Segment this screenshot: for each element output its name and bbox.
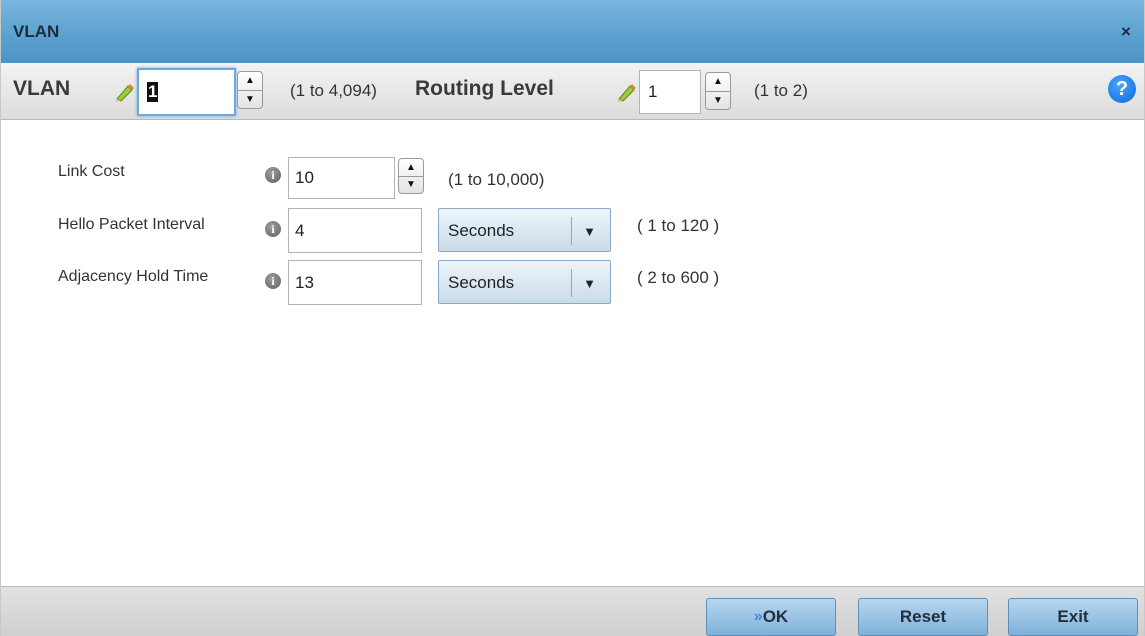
hold-time-unit-select[interactable]: Seconds ▼: [438, 260, 611, 304]
vlan-down-icon[interactable]: ▼: [238, 91, 262, 109]
dialog-title: VLAN: [13, 22, 60, 41]
link-cost-label: Link Cost: [58, 163, 125, 180]
hello-interval-input[interactable]: 4: [288, 208, 422, 253]
hello-interval-label: Hello Packet Interval: [58, 216, 205, 233]
link-cost-range: (1 to 10,000): [448, 170, 545, 189]
vlan-range: (1 to 4,094): [290, 81, 377, 100]
vlan-spinner[interactable]: ▲ ▼: [237, 71, 263, 109]
routing-up-icon[interactable]: ▲: [706, 73, 730, 92]
close-icon[interactable]: ×: [1118, 23, 1134, 40]
vlan-input[interactable]: 1: [137, 68, 236, 116]
footer-bar: » OK Reset Exit: [1, 586, 1144, 636]
ok-label: OK: [762, 607, 789, 626]
reset-button[interactable]: Reset: [858, 598, 988, 636]
routing-down-icon[interactable]: ▼: [706, 92, 730, 110]
hold-time-label: Adjacency Hold Time: [58, 268, 209, 285]
ok-arrows-icon: »: [753, 608, 763, 625]
hold-time-unit: Seconds: [448, 273, 515, 292]
vlan-up-icon[interactable]: ▲: [238, 72, 262, 91]
exit-label: Exit: [1057, 607, 1089, 626]
routing-level-label: Routing Level: [415, 77, 554, 100]
link-cost-down-icon[interactable]: ▼: [399, 177, 423, 194]
ok-button[interactable]: » OK: [706, 598, 836, 636]
title-bar: VLAN ×: [1, 0, 1144, 63]
pencil-icon: [617, 84, 636, 102]
select-divider: [571, 217, 572, 245]
routing-level-value: 1: [648, 82, 658, 101]
vlan-label: VLAN: [13, 77, 71, 100]
link-cost-up-icon[interactable]: ▲: [399, 159, 423, 177]
hold-time-value: 13: [295, 272, 314, 292]
hold-time-input[interactable]: 13: [288, 260, 422, 305]
link-cost-spinner[interactable]: ▲ ▼: [398, 158, 424, 194]
chevron-down-icon: ▼: [583, 224, 596, 239]
info-icon[interactable]: i: [265, 167, 281, 183]
link-cost-value: 10: [295, 168, 314, 187]
routing-level-spinner[interactable]: ▲ ▼: [705, 72, 731, 110]
info-icon[interactable]: i: [265, 273, 281, 289]
reset-label: Reset: [899, 607, 947, 626]
hello-interval-value: 4: [295, 220, 305, 240]
routing-level-input[interactable]: 1: [639, 70, 701, 114]
hold-time-range: ( 2 to 600 ): [637, 268, 720, 287]
hello-interval-unit-select[interactable]: Seconds ▼: [438, 208, 611, 252]
select-divider: [571, 269, 572, 297]
routing-level-range: (1 to 2): [754, 81, 808, 100]
link-cost-input[interactable]: 10: [288, 157, 395, 199]
exit-button[interactable]: Exit: [1008, 598, 1138, 636]
info-icon[interactable]: i: [265, 221, 281, 237]
hello-interval-unit: Seconds: [448, 221, 515, 240]
chevron-down-icon: ▼: [583, 276, 596, 291]
vlan-dialog: VLAN × VLAN 1 ▲ ▼ (1 to 4,094) Routing L…: [0, 0, 1145, 636]
hello-interval-range: ( 1 to 120 ): [637, 216, 720, 235]
help-icon[interactable]: ?: [1108, 75, 1136, 103]
vlan-value: 1: [147, 82, 159, 102]
pencil-icon: [115, 84, 134, 102]
header-bar: VLAN 1 ▲ ▼ (1 to 4,094) Routing Level 1 …: [1, 63, 1144, 120]
